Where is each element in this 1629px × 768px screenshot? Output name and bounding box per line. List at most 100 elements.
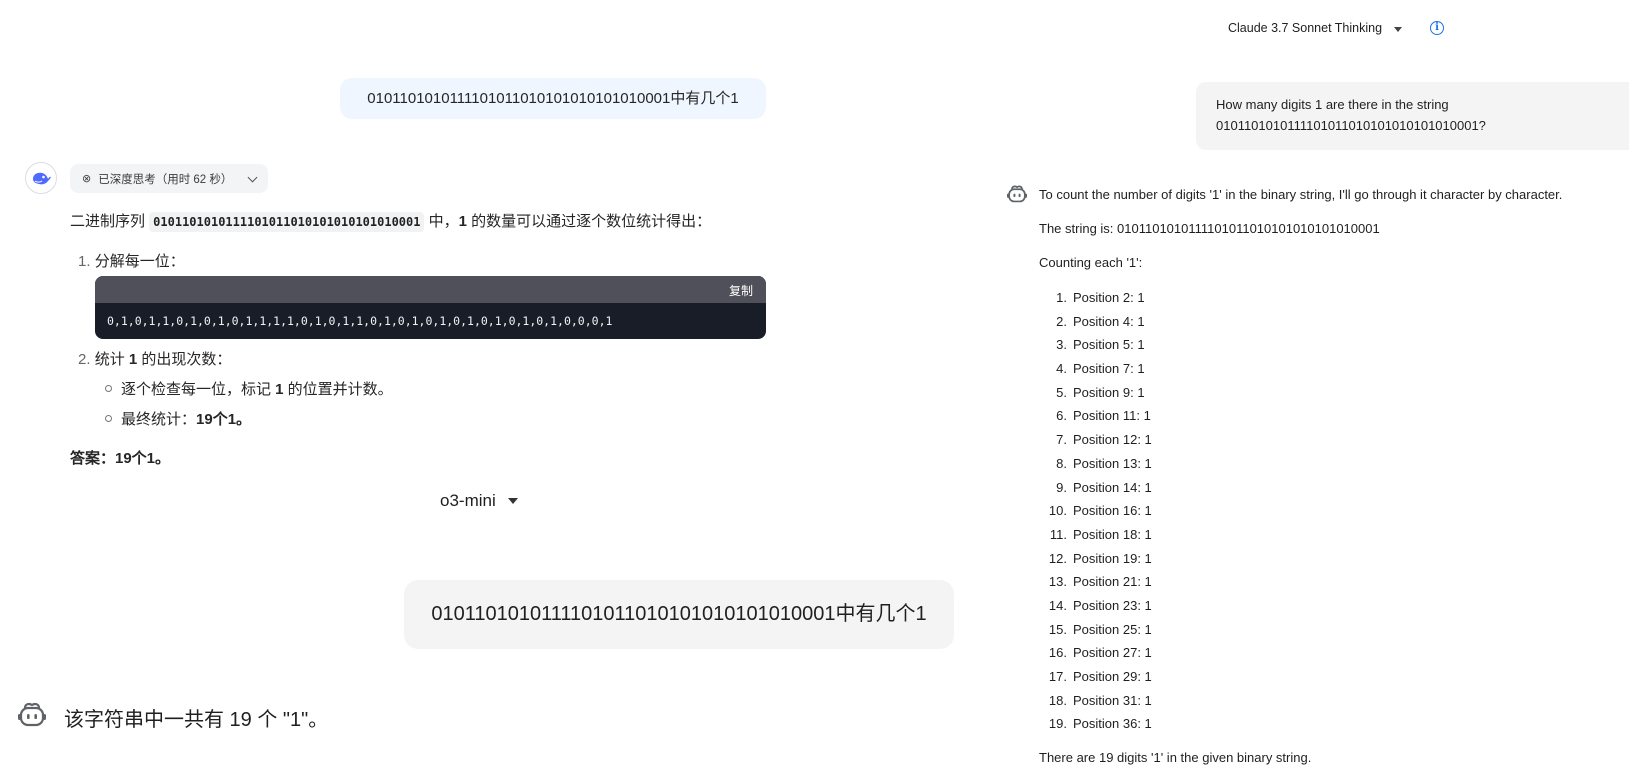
list-item-number: 16.: [1048, 645, 1067, 661]
list-item-number: 14.: [1048, 597, 1067, 613]
list-item: 12. Position 19: 1: [1040, 547, 1152, 571]
bot-icon: [17, 702, 47, 730]
code-block-header: 复制: [95, 276, 766, 303]
user-message-line: How many digits 1 are there in the strin…: [1216, 97, 1449, 112]
list-item-text: Position 11: 1: [1073, 408, 1151, 424]
list-item-text: Position 19: 1: [1073, 550, 1152, 566]
list-item: 16. Position 27: 1: [1040, 641, 1152, 665]
sub-text: 逐个检查每一位，标记: [121, 381, 276, 398]
sub-bold: 1: [275, 381, 284, 398]
code-block: 复制 0,1,0,1,1,0,1,0,1,0,1,1,1,1,0,1,0,1,1…: [95, 276, 766, 339]
intro-text: 二进制序列: [70, 213, 150, 230]
step-2: 2. 统计 1 的出现次数：: [78, 348, 231, 369]
thinking-icon: ⊗: [82, 173, 92, 185]
list-item-text: Position 4: 1: [1073, 313, 1145, 329]
step-number: 1.: [78, 253, 91, 270]
list-item-text: Position 13: 1: [1073, 455, 1152, 471]
sub-bold: 19个1。: [196, 411, 252, 428]
model-selector-label: o3-mini: [440, 491, 496, 510]
claude-conclusion: There are 19 digits '1' in the given bin…: [1039, 750, 1312, 765]
list-item-text: Position 18: 1: [1073, 526, 1152, 542]
copy-button[interactable]: 复制: [729, 282, 753, 299]
list-item: 3. Position 5: 1: [1040, 333, 1152, 357]
list-item: 9. Position 14: 1: [1040, 476, 1152, 500]
user-message-bubble: How many digits 1 are there in the strin…: [1196, 82, 1629, 150]
list-item-number: 12.: [1048, 550, 1067, 566]
sub-text: 最终统计：: [121, 411, 197, 428]
list-item: 7. Position 12: 1: [1040, 428, 1152, 452]
bot-icon: [1006, 185, 1028, 205]
model-selector-label: Claude 3.7 Sonnet Thinking: [1228, 21, 1383, 35]
list-item-number: 19.: [1048, 716, 1067, 732]
list-item-text: Position 21: 1: [1073, 574, 1152, 590]
user-message-bubble: 0101101010111101011010101010101010001中有几…: [404, 580, 954, 649]
list-item-text: Position 29: 1: [1073, 669, 1152, 684]
step-text: 的出现次数：: [137, 351, 232, 368]
list-item-text: Position 27: 1: [1073, 645, 1152, 661]
list-item-number: 18.: [1048, 692, 1067, 708]
model-selector-claude[interactable]: Claude 3.7 Sonnet Thinking i: [1228, 18, 1445, 38]
list-item: 6. Position 11: 1: [1040, 404, 1152, 428]
intro-bold: 1: [458, 213, 467, 230]
deepseek-whale-icon: [25, 162, 57, 194]
list-item-number: 10.: [1048, 503, 1067, 519]
list-item-number: 8.: [1056, 455, 1067, 471]
caret-down-icon: [507, 498, 518, 504]
user-message-bubble: 0101101010111101011010101010101010001中有几…: [340, 78, 766, 119]
step-number: 2.: [78, 351, 91, 368]
list-item-text: Position 31: 1: [1073, 692, 1152, 708]
step-1: 1. 分解每一位：: [78, 250, 185, 271]
list-item: 8. Position 13: 1: [1040, 452, 1152, 476]
list-item-number: 6.: [1056, 408, 1067, 424]
list-item: 13. Position 21: 1: [1040, 570, 1152, 594]
list-item-text: Position 12: 1: [1073, 432, 1152, 448]
list-item: 19. Position 36: 1: [1040, 712, 1152, 736]
list-item: 2. Position 4: 1: [1040, 310, 1152, 334]
list-item-text: Position 7: 1: [1073, 361, 1145, 377]
list-item-text: Position 25: 1: [1073, 621, 1152, 637]
o3-answer: 该字符串中一共有 19 个 "1"。: [64, 709, 329, 731]
info-icon[interactable]: i: [1430, 21, 1445, 35]
model-selector-o3[interactable]: o3-mini: [440, 490, 518, 512]
thinking-toggle[interactable]: ⊗ 已深度思考（用时 62 秒）: [70, 164, 269, 193]
list-item: 18. Position 31: 1: [1040, 689, 1152, 713]
user-message-line: 0101101010111101011010101010101010001?: [1216, 118, 1486, 133]
list-item: 11. Position 18: 1: [1040, 523, 1152, 547]
list-item: 1. Position 2: 1: [1040, 286, 1152, 310]
list-item: 15. Position 25: 1: [1040, 618, 1152, 642]
list-item: 10. Position 16: 1: [1040, 499, 1152, 523]
chevron-down-icon: [247, 172, 258, 182]
list-item-text: Position 2: 1: [1073, 290, 1145, 305]
inline-code: 0101101010111101011010101010101010001: [149, 212, 425, 232]
step-text: 统计: [94, 351, 129, 368]
claude-string-line: The string is: 0101101010111101011010101…: [1039, 221, 1380, 236]
deepseek-answer: 答案：19个1。: [70, 450, 171, 467]
step-label: 分解每一位：: [94, 253, 185, 270]
list-item-text: Position 5: 1: [1073, 337, 1145, 353]
deepseek-intro: 二进制序列 0101101010111101011010101010101010…: [70, 210, 711, 232]
list-item-number: 2.: [1056, 313, 1067, 329]
list-item: 5. Position 9: 1: [1040, 381, 1152, 405]
list-item-text: Position 16: 1: [1073, 503, 1152, 519]
claude-intro: To count the number of digits '1' in the…: [1039, 187, 1563, 202]
list-item-number: 17.: [1048, 669, 1067, 684]
intro-text: 中，: [424, 213, 459, 230]
caret-down-icon: [1394, 26, 1403, 32]
list-item: 14. Position 23: 1: [1040, 594, 1152, 618]
list-item-number: 3.: [1056, 337, 1067, 353]
list-item-text: Position 14: 1: [1073, 479, 1152, 495]
list-item-number: 9.: [1056, 479, 1067, 495]
list-item-text: Position 9: 1: [1073, 384, 1145, 400]
sub-text: 的位置并计数。: [283, 381, 393, 398]
list-item: 4. Position 7: 1: [1040, 357, 1152, 381]
list-item-number: 15.: [1048, 621, 1067, 637]
bullet-icon: [105, 414, 112, 422]
claude-counting-label: Counting each '1':: [1039, 255, 1143, 270]
position-list: 1. Position 2: 1 2. Position 4: 1 3. Position…: [1040, 286, 1152, 736]
sub-item-1: 逐个检查每一位，标记 1 的位置并计数。: [105, 378, 393, 399]
code-content: 0,1,0,1,1,0,1,0,1,0,1,1,1,1,0,1,0,1,1,0,…: [107, 314, 613, 328]
bullet-icon: [105, 384, 112, 392]
list-item-text: Position 36: 1: [1073, 716, 1152, 732]
list-item-number: 11.: [1049, 526, 1067, 542]
list-item-number: 4.: [1056, 361, 1067, 377]
